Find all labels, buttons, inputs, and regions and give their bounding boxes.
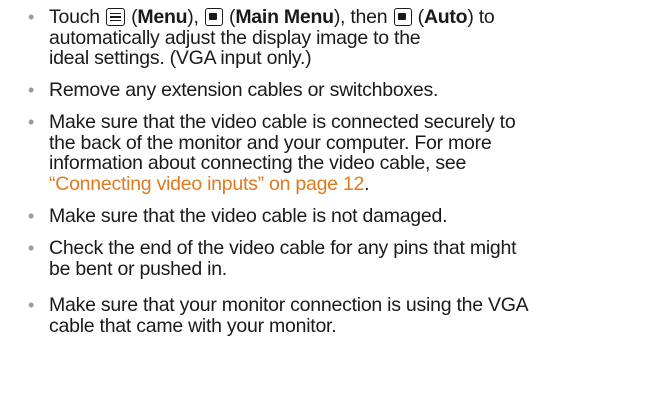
text-line: cable that came with your monitor. — [49, 314, 337, 337]
list-item-text: Make sure that your monitor connection i… — [49, 295, 639, 336]
text-line: Make sure that the video cable is not da… — [49, 205, 448, 227]
main-menu-icon — [204, 8, 223, 26]
text-run: ), — [187, 6, 204, 28]
text-line: the back of the monitor and your compute… — [49, 131, 492, 154]
bullet-marker: • — [28, 295, 35, 315]
list-item-text: Remove any extension cables or switchbox… — [49, 80, 639, 101]
auto-label: Auto — [423, 6, 468, 28]
text-line: Make sure that your monitor connection i… — [49, 294, 529, 316]
connecting-video-inputs-link[interactable]: “Connecting video inputs” on page 12 — [49, 173, 364, 195]
bullet-marker: • — [28, 206, 35, 226]
menu-icon — [105, 8, 125, 26]
text-line: Make sure that the video cable is connec… — [49, 111, 516, 133]
text-line: “Connecting video inputs” on page 12. — [49, 172, 639, 195]
text-run: ), then — [333, 6, 393, 28]
text-line: automatically adjust the display image t… — [49, 26, 421, 49]
text-run: ) to — [467, 6, 495, 28]
text-line: be bent or pushed in. — [49, 257, 227, 280]
menu-label: Menu — [137, 6, 188, 28]
list-item-text: Touch (Menu), (Main Menu), then (Auto) t… — [49, 7, 639, 69]
auto-icon — [393, 8, 412, 26]
text-line: Remove any extension cables or switchbox… — [49, 79, 439, 101]
list-item-text: Check the end of the video cable for any… — [49, 238, 639, 279]
bullet-marker: • — [28, 7, 35, 27]
bullet-marker: • — [28, 80, 35, 100]
text-line: Touch (Menu), (Main Menu), then (Auto) t… — [49, 6, 495, 28]
bullet-marker: • — [28, 238, 35, 258]
text-line: ideal settings. (VGA input only.) — [49, 47, 312, 69]
bullet-marker: • — [28, 112, 35, 132]
list-item-text: Make sure that the video cable is not da… — [49, 206, 639, 227]
main-menu-label: Main Menu — [235, 6, 334, 28]
text-line: information about connecting the video c… — [49, 152, 467, 174]
text-run: . — [364, 172, 370, 195]
list-item-text: Make sure that the video cable is connec… — [49, 112, 639, 194]
text-line: Check the end of the video cable for any… — [49, 237, 517, 259]
text-run: Touch — [49, 6, 105, 28]
